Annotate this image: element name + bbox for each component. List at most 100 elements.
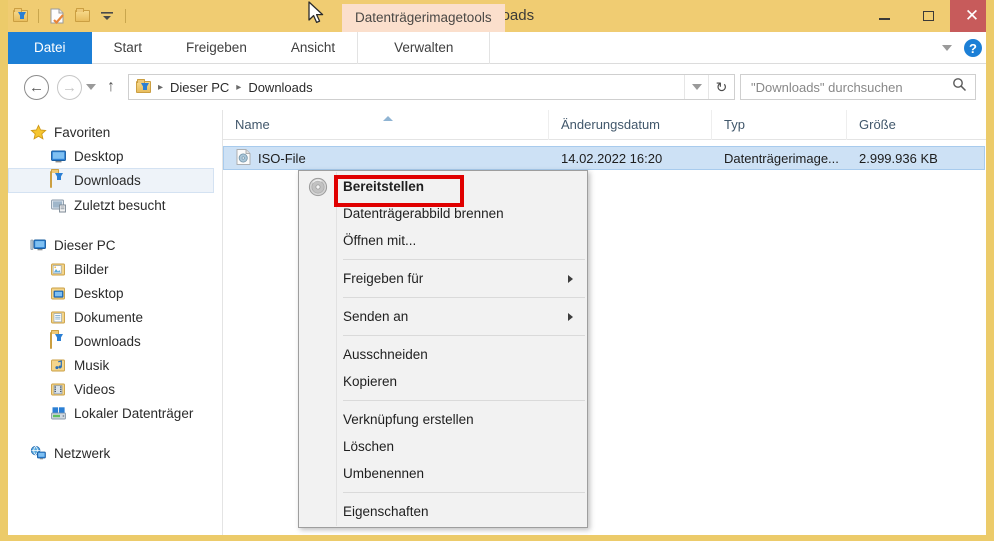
menu-separator-1 xyxy=(343,259,585,260)
address-bar-row: ← → ↑ ▸ Dieser PC ▸ Downloads ↻ "Downloa… xyxy=(8,64,986,110)
star-icon xyxy=(30,123,47,141)
tab-ansicht[interactable]: Ansicht xyxy=(269,32,357,64)
column-header-aenderungsdatum-label: Änderungsdatum xyxy=(561,116,661,132)
address-history-dropdown[interactable] xyxy=(684,75,708,99)
address-bar[interactable]: ▸ Dieser PC ▸ Downloads ↻ xyxy=(128,74,735,100)
downloads-folder-icon xyxy=(50,171,67,189)
refresh-icon[interactable]: ↻ xyxy=(708,75,734,99)
iso-disc-icon xyxy=(236,148,251,168)
sidebar-item-bilder[interactable]: Bilder xyxy=(8,257,222,281)
menu-item-senden-an-label: Senden an xyxy=(343,309,409,324)
menu-item-kopieren[interactable]: Kopieren xyxy=(299,368,587,395)
menu-item-umbenennen[interactable]: Umbenennen xyxy=(299,460,587,487)
breadcrumb-item-dieser-pc[interactable]: Dieser PC xyxy=(166,80,233,95)
menu-separator-5 xyxy=(343,492,585,493)
this-pc-icon xyxy=(30,237,47,254)
tab-start[interactable]: Start xyxy=(92,32,165,64)
menu-separator-4 xyxy=(343,400,585,401)
sidebar-item-bilder-label: Bilder xyxy=(74,261,109,277)
menu-item-ausschneiden-label: Ausschneiden xyxy=(343,347,428,362)
minimize-button[interactable] xyxy=(862,0,906,32)
videos-folder-icon xyxy=(50,381,67,398)
chevron-down-icon[interactable] xyxy=(942,45,952,51)
help-icon[interactable]: ? xyxy=(964,39,982,57)
recent-places-icon xyxy=(50,197,67,214)
menu-item-freigeben-fuer-label: Freigeben für xyxy=(343,271,424,286)
up-button[interactable]: ↑ xyxy=(100,78,122,96)
sidebar-item-videos-label: Videos xyxy=(74,381,116,397)
menu-item-umbenennen-label: Umbenennen xyxy=(343,466,425,481)
sidebar-item-downloads-fav[interactable]: Downloads xyxy=(8,168,214,193)
navigation-pane[interactable]: Favoriten Desktop Downloads Zuletzt besu… xyxy=(8,110,223,535)
column-header-groesse[interactable]: Größe xyxy=(846,109,966,140)
sidebar-item-dokumente[interactable]: Dokumente xyxy=(8,305,222,329)
menu-item-freigeben-fuer[interactable]: Freigeben für xyxy=(299,265,587,292)
sidebar-item-lokaler-datentraeger[interactable]: Lokaler Datenträger xyxy=(8,401,222,425)
search-input[interactable]: "Downloads" durchsuchen xyxy=(740,74,976,100)
breadcrumb-folder-icon xyxy=(136,79,151,93)
menu-item-ausschneiden[interactable]: Ausschneiden xyxy=(299,341,587,368)
close-button[interactable]: ✕ xyxy=(950,0,986,32)
recent-locations-dropdown[interactable] xyxy=(82,84,100,90)
sidebar-item-zuletzt-besucht[interactable]: Zuletzt besucht xyxy=(8,193,222,217)
menu-item-bereitstellen-label: Bereitstellen xyxy=(343,179,425,194)
breadcrumb-sep-0: ▸ xyxy=(158,81,164,93)
menu-item-verknuepfung-erstellen[interactable]: Verknüpfung erstellen xyxy=(299,406,587,433)
tab-verwalten[interactable]: Verwalten xyxy=(357,32,491,64)
nav-group-netzwerk-label: Netzwerk xyxy=(54,445,111,461)
menu-item-senden-an[interactable]: Senden an xyxy=(299,303,587,330)
music-folder-icon xyxy=(50,357,67,374)
sidebar-item-desktop-pc[interactable]: Desktop xyxy=(8,281,222,305)
sidebar-item-downloads-pc-label: Downloads xyxy=(74,333,141,349)
file-type: Datenträgerimage... xyxy=(724,150,839,166)
column-header-aenderungsdatum[interactable]: Änderungsdatum xyxy=(548,109,711,140)
desktop-folder-icon xyxy=(50,285,67,302)
tab-freigeben[interactable]: Freigeben xyxy=(164,32,269,64)
sidebar-item-downloads-fav-label: Downloads xyxy=(74,173,141,188)
sidebar-item-musik-label: Musik xyxy=(74,357,110,373)
column-header-typ[interactable]: Typ xyxy=(711,109,846,140)
table-row[interactable]: ISO-File 14.02.2022 16:20 Datenträgerima… xyxy=(223,146,985,170)
menu-item-datentraegerabbild-brennen[interactable]: Datenträgerabbild brennen xyxy=(299,200,587,227)
menu-item-bereitstellen[interactable]: Bereitstellen xyxy=(299,173,587,200)
back-button[interactable]: ← xyxy=(24,74,49,100)
column-header-name[interactable]: Name xyxy=(223,110,548,140)
sidebar-item-downloads-pc[interactable]: Downloads xyxy=(8,329,222,353)
menu-item-eigenschaften[interactable]: Eigenschaften xyxy=(299,498,587,525)
search-icon[interactable] xyxy=(952,77,967,97)
menu-item-eigenschaften-label: Eigenschaften xyxy=(343,504,429,519)
desktop-icon xyxy=(50,148,67,165)
menu-item-oeffnen-mit[interactable]: Öffnen mit... xyxy=(299,227,587,254)
sidebar-item-videos[interactable]: Videos xyxy=(8,377,222,401)
sort-ascending-icon xyxy=(383,115,393,121)
nav-group-favoriten[interactable]: Favoriten xyxy=(8,120,222,144)
menu-item-oeffnen-mit-label: Öffnen mit... xyxy=(343,233,417,248)
ribbon-right-controls: ? xyxy=(942,32,986,64)
file-list-column-headers: Name Änderungsdatum Typ Größe xyxy=(223,109,986,140)
tab-datei[interactable]: Datei xyxy=(8,32,92,64)
explorer-window: Downloads ✕ Datenträgerimagetools Datei … xyxy=(0,0,994,541)
breadcrumb-item-downloads[interactable]: Downloads xyxy=(244,80,316,95)
maximize-button[interactable] xyxy=(906,0,950,32)
menu-item-verknuepfung-erstellen-label: Verknüpfung erstellen xyxy=(343,412,474,427)
sidebar-item-desktop-fav[interactable]: Desktop xyxy=(8,144,222,168)
sidebar-item-musik[interactable]: Musik xyxy=(8,353,222,377)
sidebar-item-lokaler-datentraeger-label: Lokaler Datenträger xyxy=(74,405,194,421)
menu-item-loeschen[interactable]: Löschen xyxy=(299,433,587,460)
nav-group-dieser-pc[interactable]: Dieser PC xyxy=(8,233,222,257)
file-size: 2.999.936 KB xyxy=(859,150,938,166)
sidebar-item-zuletzt-besucht-label: Zuletzt besucht xyxy=(74,197,166,213)
sidebar-item-dokumente-label: Dokumente xyxy=(74,309,144,325)
nav-group-netzwerk[interactable]: Netzwerk xyxy=(8,441,222,465)
forward-button[interactable]: → xyxy=(57,74,82,100)
ribbon-tab-strip: Datei Start Freigeben Ansicht Verwalten … xyxy=(8,32,986,64)
menu-separator-2 xyxy=(343,297,585,298)
disc-icon xyxy=(308,177,328,197)
breadcrumb[interactable]: ▸ Dieser PC ▸ Downloads xyxy=(129,75,684,99)
window-controls: ✕ xyxy=(862,0,986,32)
ribbon-tabs: Datei Start Freigeben Ansicht Verwalten xyxy=(8,32,491,64)
context-menu[interactable]: Bereitstellen Datenträgerabbild brennen … xyxy=(298,170,588,528)
file-name: ISO-File xyxy=(258,150,306,166)
nav-group-dieser-pc-label: Dieser PC xyxy=(54,237,116,253)
contextual-tab-title-datentraegerimagetools: Datenträgerimagetools xyxy=(342,4,505,32)
